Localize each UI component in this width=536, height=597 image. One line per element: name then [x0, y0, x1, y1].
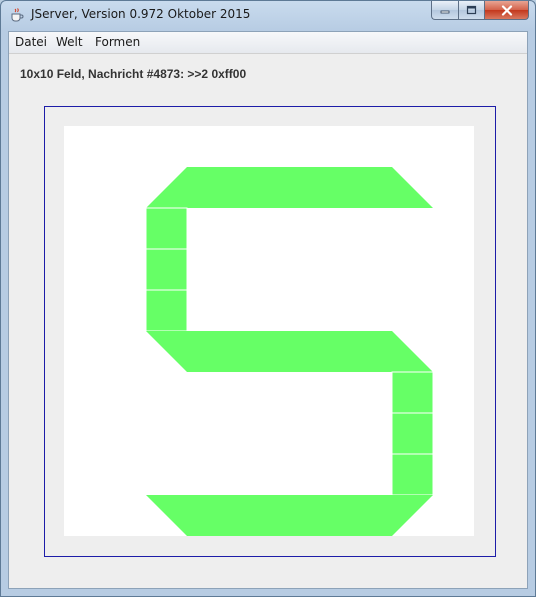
menu-formen[interactable]: Formen	[95, 35, 140, 49]
menu-welt[interactable]: Welt	[56, 35, 83, 49]
segment-lower-right	[391, 371, 434, 496]
window-controls	[431, 1, 529, 21]
java-cup-icon	[11, 8, 24, 22]
board-canvas[interactable]	[64, 126, 474, 536]
segment-cell	[391, 412, 434, 455]
title-bar[interactable]: JServer, Version 0.972 Oktober 2015	[1, 1, 535, 30]
segment-upper-left	[145, 207, 188, 332]
segment-shape-top	[146, 167, 433, 208]
application-window: JServer, Version 0.972 Oktober 2015 Date…	[0, 0, 536, 597]
segment-top	[146, 167, 433, 208]
segment-cell	[391, 371, 434, 414]
board-svg	[145, 167, 434, 536]
window-title: JServer, Version 0.972 Oktober 2015	[31, 7, 251, 21]
segment-cell	[145, 207, 188, 250]
menu-bar: Datei Welt Formen	[9, 32, 527, 54]
segment-cell	[145, 289, 188, 332]
segment-bottom	[146, 495, 433, 536]
maximize-icon	[466, 5, 477, 15]
segment-cell	[145, 248, 188, 291]
minimize-icon	[440, 10, 450, 14]
maximize-button[interactable]	[458, 1, 484, 20]
segment-shape-bottom	[146, 495, 433, 536]
minimize-button[interactable]	[431, 1, 458, 20]
menu-datei[interactable]: Datei	[15, 35, 47, 49]
client-area: Datei Welt Formen 10x10 Feld, Nachricht …	[8, 31, 528, 589]
close-icon	[501, 4, 512, 16]
segment-middle	[146, 331, 433, 372]
close-button[interactable]	[484, 1, 529, 20]
segment-cell	[391, 453, 434, 496]
status-message: 10x10 Feld, Nachricht #4873: >>2 0xff00	[20, 67, 247, 81]
segment-shape-middle	[146, 331, 433, 372]
